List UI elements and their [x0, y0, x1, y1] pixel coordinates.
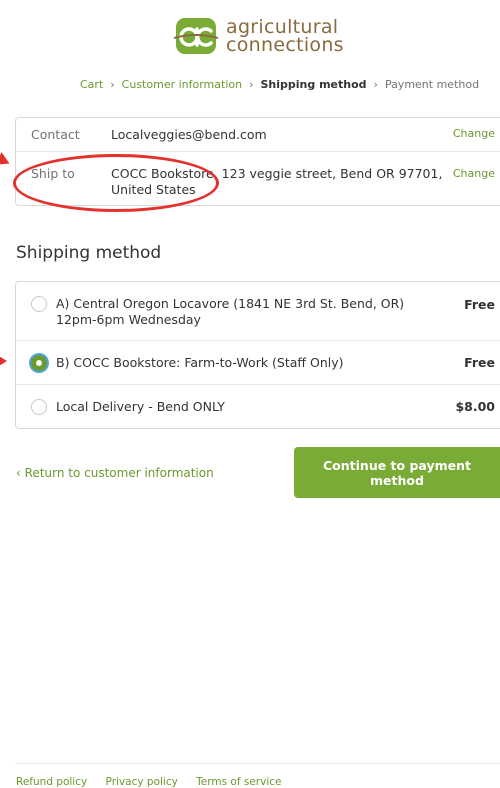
shipping-option-label: Local Delivery - Bend ONLY: [56, 399, 225, 414]
continue-to-payment-button[interactable]: Continue to payment method: [294, 447, 500, 498]
radio-button[interactable]: [31, 399, 47, 415]
return-link-label: Return to customer information: [24, 466, 214, 480]
contact-value: Localveggies@bend.com: [111, 127, 267, 142]
brand-logo[interactable]: agricultural connections: [174, 14, 344, 58]
ac-logo-icon: [174, 18, 218, 54]
annotation-arrow-icon: [0, 355, 7, 367]
chevron-right-icon: ›: [373, 78, 378, 91]
refund-policy-link[interactable]: Refund policy: [16, 776, 87, 788]
chevron-right-icon: ›: [249, 78, 254, 91]
change-contact-link[interactable]: Change: [453, 127, 495, 140]
breadcrumb-payment-method: Payment method: [384, 78, 480, 91]
annotation-arrow-icon: [0, 152, 13, 170]
checkout-breadcrumb: Cart › Customer information › Shipping metho…: [80, 78, 479, 91]
annotation-circle: [13, 154, 219, 212]
shipping-options-list: A) Central Oregon Locavore (1841 NE 3rd …: [15, 281, 500, 429]
change-ship-to-link[interactable]: Change: [453, 167, 495, 180]
footer-links: Refund policy Privacy policy Terms of se…: [16, 776, 296, 788]
shipping-option-local-delivery[interactable]: Local Delivery - Bend ONLY $8.00: [16, 385, 500, 429]
shipping-option-cocc-bookstore[interactable]: B) COCC Bookstore: Farm-to-Work (Staff O…: [16, 341, 500, 385]
shipping-option-central-oregon-locavore[interactable]: A) Central Oregon Locavore (1841 NE 3rd …: [16, 282, 500, 341]
radio-button-selected[interactable]: [31, 355, 47, 371]
chevron-right-icon: ›: [110, 78, 115, 91]
privacy-policy-link[interactable]: Privacy policy: [106, 776, 178, 788]
brand-line-2: connections: [226, 34, 344, 56]
brand-name: agricultural connections: [226, 18, 344, 56]
contact-label: Contact: [31, 127, 80, 142]
breadcrumb-customer-information[interactable]: Customer information: [122, 78, 242, 91]
terms-of-service-link[interactable]: Terms of service: [196, 776, 281, 788]
shipping-option-price: $8.00: [455, 399, 495, 414]
shipping-option-label: A) Central Oregon Locavore (1841 NE 3rd …: [56, 296, 405, 327]
chevron-left-icon: ‹: [16, 466, 21, 480]
review-row-contact: Contact Localveggies@bend.com Change: [16, 118, 500, 152]
shipping-option-label: B) COCC Bookstore: Farm-to-Work (Staff O…: [56, 355, 344, 370]
breadcrumb-cart[interactable]: Cart: [80, 78, 103, 91]
shipping-method-title: Shipping method: [16, 243, 162, 263]
shipping-option-price: Free: [464, 297, 495, 312]
footer-divider: [15, 763, 500, 764]
radio-button[interactable]: [31, 296, 47, 312]
breadcrumb-shipping-method: Shipping method: [260, 78, 367, 91]
return-to-customer-information-link[interactable]: ‹ Return to customer information: [16, 466, 214, 480]
shipping-option-price: Free: [464, 355, 495, 370]
